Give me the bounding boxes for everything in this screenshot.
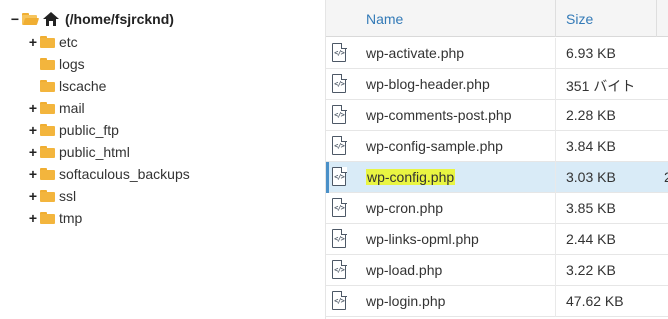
folder-icon <box>40 212 55 224</box>
php-file-icon: </> <box>332 228 347 248</box>
folder-icon <box>40 36 55 48</box>
expand-toggle[interactable]: + <box>26 144 40 160</box>
collapse-toggle[interactable]: − <box>8 11 22 27</box>
tree-item-label[interactable]: public_ftp <box>59 122 119 138</box>
tree-item-public-html[interactable]: + public_html <box>26 141 130 163</box>
expand-toggle[interactable]: + <box>26 188 40 204</box>
file-size: 351 バイト <box>566 78 636 94</box>
tree-item-label[interactable]: softaculous_backups <box>59 166 190 182</box>
tree-root-label[interactable]: (/home/fsjrcknd) <box>65 11 174 27</box>
directory-tree: − (/home/fsjrcknd) + etc logs lscache + … <box>0 0 325 319</box>
selection-indicator <box>326 162 329 193</box>
file-size: 3.22 KB <box>566 262 616 278</box>
folder-icon <box>40 124 55 136</box>
file-size: 6.93 KB <box>566 45 616 61</box>
file-size: 3.03 KB <box>566 169 616 185</box>
file-name: wp-cron.php <box>366 200 444 216</box>
tree-item-tmp[interactable]: + tmp <box>26 207 82 229</box>
file-row[interactable]: </> wp-blog-header.php 351 バイト <box>326 69 668 100</box>
file-name: wp-load.php <box>366 262 443 278</box>
file-extra-column: 2 <box>664 169 668 185</box>
file-name: wp-config.php <box>366 169 456 185</box>
tree-item-mail[interactable]: + mail <box>26 97 85 119</box>
file-name: wp-activate.php <box>366 45 465 61</box>
php-file-icon: </> <box>332 166 347 186</box>
php-file-icon: </> <box>332 259 347 279</box>
tree-item-etc[interactable]: + etc <box>26 31 78 53</box>
file-name: wp-blog-header.php <box>366 76 490 92</box>
tree-item-lscache[interactable]: lscache <box>26 75 106 97</box>
file-row[interactable]: </> wp-links-opml.php 2.44 KB <box>326 224 668 255</box>
file-name: wp-config-sample.php <box>366 138 503 154</box>
expand-toggle[interactable]: + <box>26 122 40 138</box>
file-row[interactable]: </> wp-login.php 47.62 KB <box>326 286 668 317</box>
php-file-icon: </> <box>332 73 347 93</box>
tree-item-label[interactable]: ssl <box>59 188 76 204</box>
file-row[interactable]: </> wp-cron.php 3.85 KB <box>326 193 668 224</box>
column-separator[interactable] <box>656 0 657 37</box>
file-size: 3.84 KB <box>566 138 616 154</box>
file-list: Name Size </> wp-activate.php 6.93 KB </… <box>326 0 668 319</box>
file-row[interactable]: </> wp-config-sample.php 3.84 KB <box>326 131 668 162</box>
tree-item-label[interactable]: logs <box>59 56 85 72</box>
open-folder-icon <box>22 13 40 25</box>
file-row[interactable]: </> wp-comments-post.php 2.28 KB <box>326 100 668 131</box>
file-size: 2.28 KB <box>566 107 616 123</box>
expand-toggle[interactable]: + <box>26 166 40 182</box>
file-row[interactable]: </> wp-activate.php 6.93 KB <box>326 38 668 69</box>
file-row[interactable]: </> wp-load.php 3.22 KB <box>326 255 668 286</box>
file-name: wp-comments-post.php <box>366 107 512 123</box>
folder-icon <box>40 58 55 70</box>
tree-item-label[interactable]: etc <box>59 34 78 50</box>
expand-toggle[interactable]: + <box>26 34 40 50</box>
php-file-icon: </> <box>332 197 347 217</box>
file-name: wp-login.php <box>366 293 446 309</box>
tree-item-public-ftp[interactable]: + public_ftp <box>26 119 119 141</box>
folder-icon <box>40 80 55 92</box>
column-separator[interactable] <box>555 0 556 37</box>
column-header-name[interactable]: Name <box>366 11 403 27</box>
tree-item-label[interactable]: tmp <box>59 210 82 226</box>
file-list-header: Name Size <box>326 0 668 37</box>
tree-item-label[interactable]: public_html <box>59 144 130 160</box>
tree-item-softaculous-backups[interactable]: + softaculous_backups <box>26 163 190 185</box>
php-file-icon: </> <box>332 135 347 155</box>
tree-root[interactable]: − (/home/fsjrcknd) <box>8 8 174 30</box>
folder-icon <box>40 190 55 202</box>
expand-toggle[interactable]: + <box>26 210 40 226</box>
php-file-icon: </> <box>332 104 347 124</box>
file-size: 2.44 KB <box>566 231 616 247</box>
php-file-icon: </> <box>332 42 347 62</box>
expand-toggle[interactable]: + <box>26 100 40 116</box>
file-size: 47.62 KB <box>566 293 624 309</box>
folder-icon <box>40 102 55 114</box>
tree-item-ssl[interactable]: + ssl <box>26 185 76 207</box>
tree-item-logs[interactable]: logs <box>26 53 85 75</box>
home-icon <box>43 12 59 26</box>
folder-icon <box>40 168 55 180</box>
column-header-size[interactable]: Size <box>566 11 593 27</box>
folder-icon <box>40 146 55 158</box>
file-size: 3.85 KB <box>566 200 616 216</box>
php-file-icon: </> <box>332 290 347 310</box>
file-name: wp-links-opml.php <box>366 231 479 247</box>
tree-item-label[interactable]: lscache <box>59 78 106 94</box>
file-row-selected[interactable]: </> wp-config.php 3.03 KB 2 <box>326 162 668 193</box>
tree-item-label[interactable]: mail <box>59 100 85 116</box>
